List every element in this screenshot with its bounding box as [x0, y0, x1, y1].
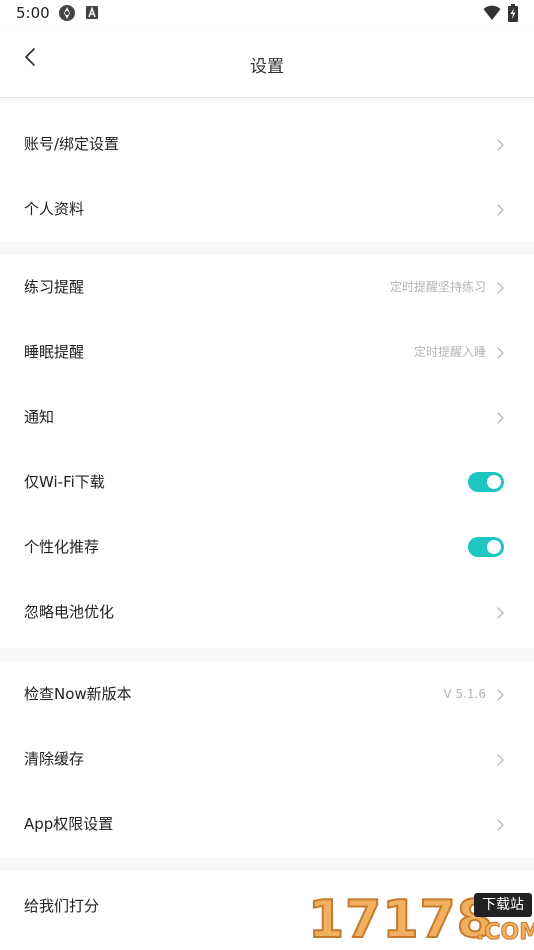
watermark-digits: 17178: [307, 889, 494, 950]
settings-row-practice-reminder[interactable]: 练习提醒 定时提醒坚持练习: [0, 255, 534, 320]
toggle-knob: [487, 540, 501, 554]
wifi-only-toggle[interactable]: [468, 472, 504, 492]
chevron-right-icon: [497, 204, 504, 216]
watermark-logo: 17178 下载站 .COM: [306, 889, 534, 950]
chevron-right-icon: [497, 819, 504, 831]
row-label: 练习提醒: [24, 278, 85, 296]
personalized-recommendation-toggle[interactable]: [468, 537, 504, 557]
title-bar: 设置: [0, 28, 534, 98]
row-label: 睡眠提醒: [24, 343, 85, 361]
row-label: 仅Wi-Fi下载: [24, 473, 105, 491]
row-label: 忽略电池优化: [24, 603, 115, 621]
settings-row-ignore-battery-optimization[interactable]: 忽略电池优化: [0, 580, 534, 645]
battery-charging-icon: [508, 4, 518, 22]
status-time: 5:00: [16, 4, 50, 22]
settings-row-personalized-recommendation: 个性化推荐: [0, 515, 534, 580]
group-divider: [0, 242, 534, 255]
watermark-badge: 下载站: [474, 893, 532, 917]
chevron-right-icon: [497, 347, 504, 359]
row-label: 给我们打分: [24, 897, 100, 915]
chevron-right-icon: [497, 282, 504, 294]
aperture-icon: [59, 5, 75, 21]
page-title: 设置: [250, 57, 284, 77]
chevron-right-icon: [497, 139, 504, 151]
watermark-com: .COM: [475, 920, 534, 946]
chevron-right-icon: [497, 754, 504, 766]
wifi-icon: [483, 5, 501, 20]
settings-row-check-version[interactable]: 检查Now新版本 V 5.1.6: [0, 662, 534, 727]
a-badge-icon: [86, 6, 98, 19]
toggle-knob: [487, 475, 501, 489]
settings-row-notifications[interactable]: 通知: [0, 385, 534, 450]
group-divider: [0, 858, 534, 871]
status-bar: 5:00: [0, 0, 534, 28]
settings-row-sleep-reminder[interactable]: 睡眠提醒 定时提醒入睡: [0, 320, 534, 385]
row-label: 个人资料: [24, 200, 85, 218]
settings-row-wifi-only-download: 仅Wi-Fi下载: [0, 450, 534, 515]
row-value: 定时提醒坚持练习: [389, 280, 486, 294]
settings-row-clear-cache[interactable]: 清除缓存: [0, 727, 534, 792]
settings-row-account-binding[interactable]: 账号/绑定设置: [0, 112, 534, 177]
row-label: 通知: [24, 408, 55, 426]
row-value: 定时提醒入睡: [413, 345, 486, 359]
chevron-right-icon: [497, 689, 504, 701]
row-label: 清除缓存: [24, 750, 85, 768]
row-value: V 5.1.6: [443, 687, 486, 701]
group-divider: [0, 648, 534, 661]
row-label: 检查Now新版本: [24, 685, 132, 703]
row-label: 账号/绑定设置: [24, 135, 120, 153]
chevron-right-icon: [497, 607, 504, 619]
row-label: App权限设置: [24, 815, 114, 833]
settings-row-profile[interactable]: 个人资料: [0, 177, 534, 242]
chevron-right-icon: [497, 412, 504, 424]
settings-row-app-permissions[interactable]: App权限设置: [0, 792, 534, 857]
row-label: 个性化推荐: [24, 538, 100, 556]
